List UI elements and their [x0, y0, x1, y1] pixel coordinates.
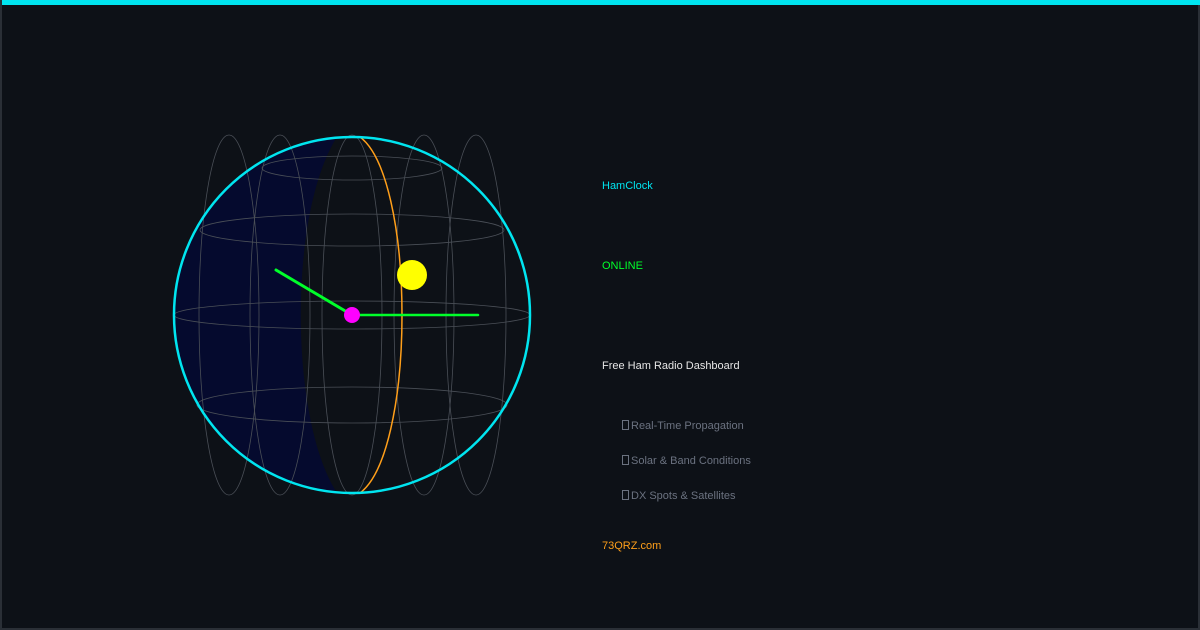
sun-icon: [397, 260, 427, 290]
app-title: HamClock: [602, 180, 653, 192]
feature-item: Real-Time Propagation: [622, 420, 744, 433]
feature-label: DX Spots & Satellites: [631, 490, 736, 502]
status-text: ONLINE: [602, 260, 643, 272]
station-marker-icon: [344, 307, 360, 323]
page-frame: HamClock ONLINE Free Ham Radio Dashboard…: [0, 0, 1200, 630]
feature-label: Real-Time Propagation: [631, 420, 744, 432]
feature-label: Solar & Band Conditions: [631, 455, 751, 467]
site-link[interactable]: 73QRZ.com: [602, 540, 661, 553]
feature-item: Solar & Band Conditions: [622, 455, 751, 468]
tagline: Free Ham Radio Dashboard: [602, 360, 740, 372]
feature-bullet-icon: [622, 420, 629, 430]
feature-item: DX Spots & Satellites: [622, 490, 736, 503]
feature-bullet-icon: [622, 455, 629, 465]
globe-graphic: [172, 134, 532, 496]
night-side-shading: [174, 137, 342, 493]
feature-bullet-icon: [622, 490, 629, 500]
